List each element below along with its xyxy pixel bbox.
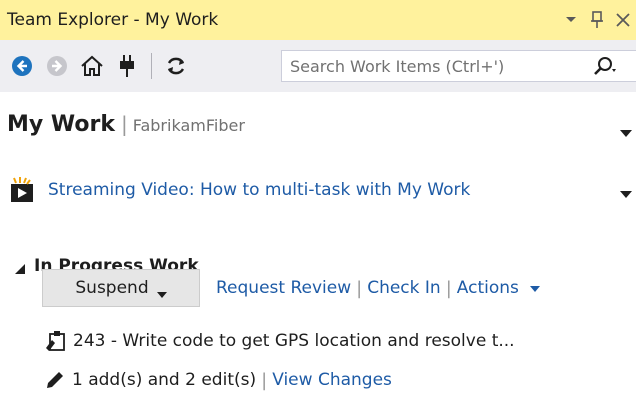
view-changes-link[interactable]: View Changes [272, 370, 392, 390]
link-separator: | [356, 277, 363, 299]
page-header: My Work | FabrikamFiber [7, 112, 636, 148]
video-link-row: Streaming Video: How to multi-task with … [10, 175, 636, 205]
refresh-icon[interactable] [160, 50, 192, 82]
home-icon[interactable] [76, 50, 108, 82]
task-clipboard-icon [45, 330, 67, 352]
video-icon [10, 177, 40, 203]
caret-down-icon [530, 278, 541, 292]
title-bar: Team Explorer - My Work [0, 0, 636, 40]
streaming-video-link[interactable]: Streaming Video: How to multi-task with … [48, 180, 470, 200]
connect-plug-icon[interactable] [111, 50, 143, 82]
close-icon[interactable] [610, 0, 636, 40]
link-separator: | [261, 369, 268, 391]
request-review-link[interactable]: Request Review [216, 278, 351, 298]
search-icon[interactable] [592, 55, 616, 79]
work-item-title[interactable]: 243 - Write code to get GPS location and… [73, 331, 635, 351]
pending-changes-row: 1 add(s) and 2 edit(s) | View Changes [45, 367, 392, 393]
pin-icon[interactable] [584, 0, 610, 40]
forward-arrow-icon[interactable] [41, 50, 73, 82]
pencil-icon [45, 370, 65, 390]
search-input[interactable] [282, 52, 582, 80]
toolbar-separator [151, 53, 152, 79]
search-box[interactable] [281, 50, 636, 82]
link-separator: | [445, 277, 452, 299]
toolbar [0, 40, 636, 92]
window-title: Team Explorer - My Work [7, 10, 219, 30]
suspend-button[interactable]: Suspend [42, 269, 200, 307]
dropdown-arrow-icon[interactable] [558, 0, 584, 40]
in-progress-actions: Suspend Request Review | Check In | Acti… [42, 268, 541, 308]
collapse-triangle-icon[interactable] [14, 260, 26, 274]
work-item-row[interactable]: 243 - Write code to get GPS location and… [45, 328, 636, 354]
chevron-down-icon[interactable] [619, 124, 633, 137]
chevron-down-icon[interactable] [619, 185, 633, 198]
caret-down-icon [156, 284, 167, 298]
check-in-link[interactable]: Check In [367, 278, 441, 298]
actions-label: Actions [456, 278, 519, 298]
page-title: My Work [7, 112, 115, 137]
suspend-label: Suspend [75, 278, 149, 298]
action-links: Request Review | Check In | Actions [216, 277, 541, 299]
project-name[interactable]: FabrikamFiber [133, 116, 245, 135]
actions-menu[interactable]: Actions [457, 278, 541, 298]
header-separator: | [120, 112, 128, 136]
back-arrow-icon[interactable] [6, 50, 38, 82]
pending-changes-summary: 1 add(s) and 2 edit(s) [72, 370, 257, 390]
